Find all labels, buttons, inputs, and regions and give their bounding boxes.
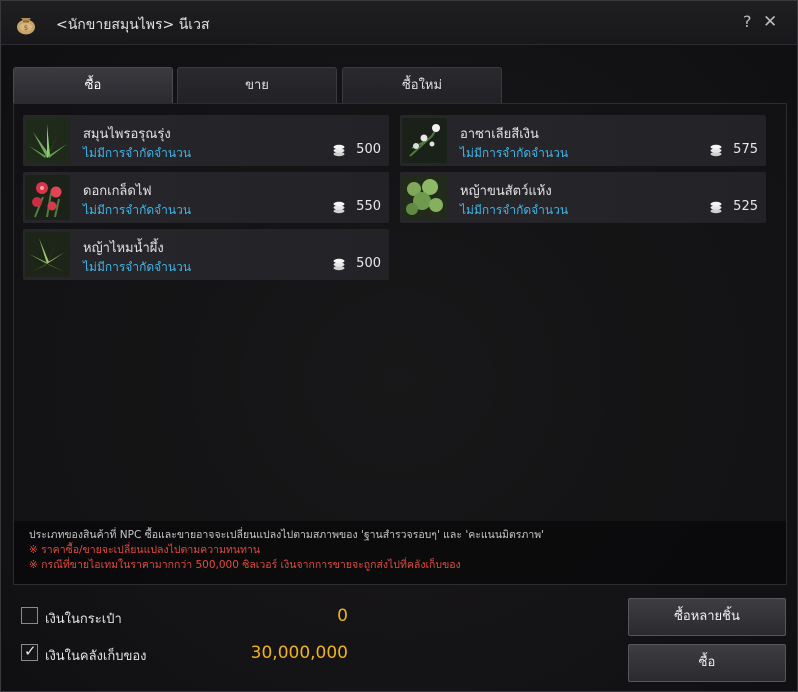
- help-button[interactable]: ?: [743, 12, 757, 32]
- item-limit: ไม่มีการจำกัดจำนวน: [460, 146, 569, 160]
- storage-label: เงินในคลังเก็บของ: [45, 649, 147, 664]
- item-limit: ไม่มีการจำกัดจำนวน: [83, 203, 192, 217]
- red-flower-icon: [25, 175, 70, 220]
- money-bag-icon: $: [17, 18, 35, 35]
- silver-coin-icon: [333, 201, 345, 214]
- item-name: สมุนไพรอรุณรุ่ง: [83, 127, 171, 142]
- honey-grass-icon: [25, 232, 70, 277]
- tab-buyback[interactable]: ซื้อใหม่: [342, 67, 502, 103]
- item-price: 500: [356, 256, 381, 271]
- shop-item[interactable]: สมุนไพรอรุณรุ่ง ไม่มีการจำกัดจำนวน 500: [23, 115, 389, 166]
- shop-item[interactable]: ดอกเกล็ดไฟ ไม่มีการจำกัดจำนวน 550: [23, 172, 389, 223]
- silver-coin-icon: [333, 258, 345, 271]
- tab-buy[interactable]: ซื้อ: [13, 67, 173, 103]
- checkmark-icon: ✓: [24, 642, 37, 660]
- silver-coin-icon: [710, 201, 722, 214]
- item-limit: ไม่มีการจำกัดจำนวน: [83, 260, 192, 274]
- aloe-herb-icon: [25, 118, 70, 163]
- shop-item[interactable]: หญ้าไหมน้ำผึ้ง ไม่มีการจำกัดจำนวน 500: [23, 229, 389, 280]
- shop-item[interactable]: อาซาเลียสีเงิน ไม่มีการจำกัดจำนวน 575: [400, 115, 766, 166]
- storage-value: 30,000,000: [250, 643, 348, 663]
- silver-coin-icon: [710, 144, 722, 157]
- notice-line: ประเภทของสินค้าที่ NPC ซื้อและขายอาจจะเป…: [29, 529, 545, 541]
- wallet-value: 0: [337, 606, 348, 626]
- item-limit: ไม่มีการจำกัดจำนวน: [83, 146, 192, 160]
- item-price: 550: [356, 199, 381, 214]
- herb-merchant-window: $ <นักขายสมุนไพร> นีเวส ? ✕ ซื้อ ขาย ซื้…: [0, 0, 798, 692]
- item-price: 575: [733, 142, 758, 157]
- wallet-checkbox[interactable]: [21, 607, 38, 624]
- title-bar[interactable]: $ <นักขายสมุนไพร> นีเวส ? ✕: [1, 1, 797, 45]
- wallet-label: เงินในกระเป๋า: [45, 612, 122, 627]
- item-name: อาซาเลียสีเงิน: [460, 127, 539, 142]
- storage-checkbox[interactable]: ✓: [21, 642, 38, 661]
- window-title: <นักขายสมุนไพร> นีเวส: [56, 17, 210, 33]
- notice-warning: ※ กรณีที่ขายไอเทมในราคามากกว่า 500,000 ซ…: [29, 559, 461, 571]
- tab-sell[interactable]: ขาย: [177, 67, 337, 103]
- item-price: 500: [356, 142, 381, 157]
- buy-multiple-button[interactable]: ซื้อหลายชิ้น: [628, 598, 786, 636]
- item-name: หญ้าขนสัตว์แห้ง: [460, 184, 552, 199]
- item-name: หญ้าไหมน้ำผึ้ง: [83, 241, 164, 256]
- white-azalea-icon: [402, 118, 447, 163]
- svg-text:$: $: [24, 24, 28, 32]
- item-limit: ไม่มีการจำกัดจำนวน: [460, 203, 569, 217]
- notice-warning: ※ ราคาซื้อ/ขายจะเปลี่ยนแปลงไปตามความทนทา…: [29, 544, 261, 556]
- item-name: ดอกเกล็ดไฟ: [83, 184, 152, 199]
- dry-grass-icon: [402, 175, 447, 220]
- silver-coin-icon: [333, 144, 345, 157]
- close-button[interactable]: ✕: [763, 12, 781, 32]
- notice-box: ประเภทของสินค้าที่ NPC ซื้อและขายอาจจะเป…: [14, 521, 786, 584]
- shop-item[interactable]: หญ้าขนสัตว์แห้ง ไม่มีการจำกัดจำนวน 525: [400, 172, 766, 223]
- item-price: 525: [733, 199, 758, 214]
- buy-button[interactable]: ซื้อ: [628, 644, 786, 682]
